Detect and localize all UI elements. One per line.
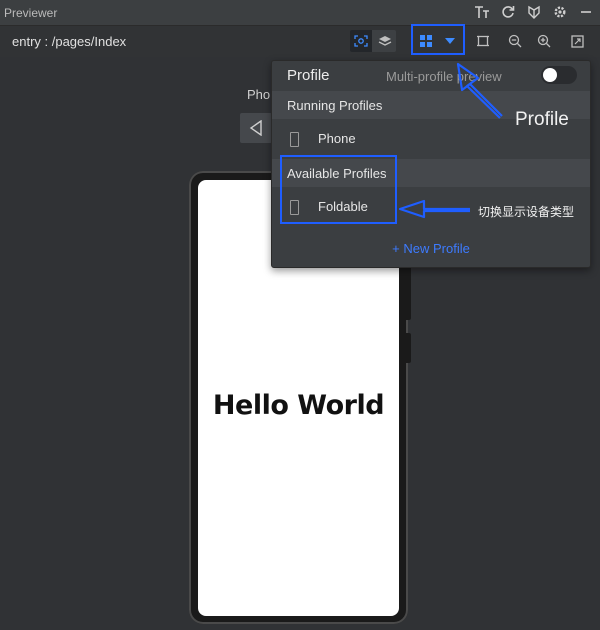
annotation-switch-device-label: 切换显示设备类型 [478, 205, 575, 219]
screen-size-button[interactable] [473, 31, 493, 51]
plugin-icon[interactable] [526, 4, 542, 20]
font-size-icon[interactable] [474, 4, 490, 20]
phone-power-button [406, 333, 411, 363]
fit-screen-icon [570, 34, 584, 48]
crop-icon [477, 35, 489, 47]
previewer-toolbar: entry : /pages/Index [0, 26, 600, 57]
minimize-icon[interactable] [578, 4, 594, 20]
inspector-button[interactable] [350, 30, 372, 52]
multi-profile-label: Multi-profile preview [386, 69, 502, 84]
view-mode-toggle [350, 30, 396, 52]
refresh-icon[interactable] [500, 4, 516, 20]
settings-icon[interactable] [552, 4, 568, 20]
new-profile-link[interactable]: + New Profile [272, 241, 590, 256]
hello-world-text: Hello World [212, 390, 385, 421]
device-label: Pho [247, 87, 271, 102]
profile-button-highlight [411, 24, 465, 55]
layers-icon [378, 36, 392, 46]
panel-title: Previewer [4, 6, 58, 20]
triangle-left-icon [249, 120, 262, 136]
zoom-out-icon [508, 34, 522, 48]
layers-button[interactable] [374, 30, 396, 52]
fit-screen-button[interactable] [567, 31, 587, 51]
inspect-icon [354, 35, 368, 47]
zoom-in-button[interactable] [534, 31, 554, 51]
running-profiles-label: Running Profiles [287, 98, 383, 113]
phone-icon [290, 132, 299, 147]
multi-profile-toggle[interactable] [541, 66, 577, 84]
toggle-knob [543, 68, 557, 82]
zoom-out-button[interactable] [505, 31, 525, 51]
available-profiles-highlight [280, 155, 397, 224]
titlebar-icons [474, 4, 594, 20]
profile-item-label: Phone [318, 131, 356, 146]
profile-title: Profile [287, 67, 330, 84]
rotate-button[interactable] [240, 113, 272, 143]
phone-volume-button [406, 262, 411, 320]
previewer-titlebar: Previewer [0, 0, 600, 26]
annotation-profile-label: Profile [515, 109, 569, 130]
zoom-in-icon [537, 34, 551, 48]
page-path: entry : /pages/Index [12, 34, 127, 49]
